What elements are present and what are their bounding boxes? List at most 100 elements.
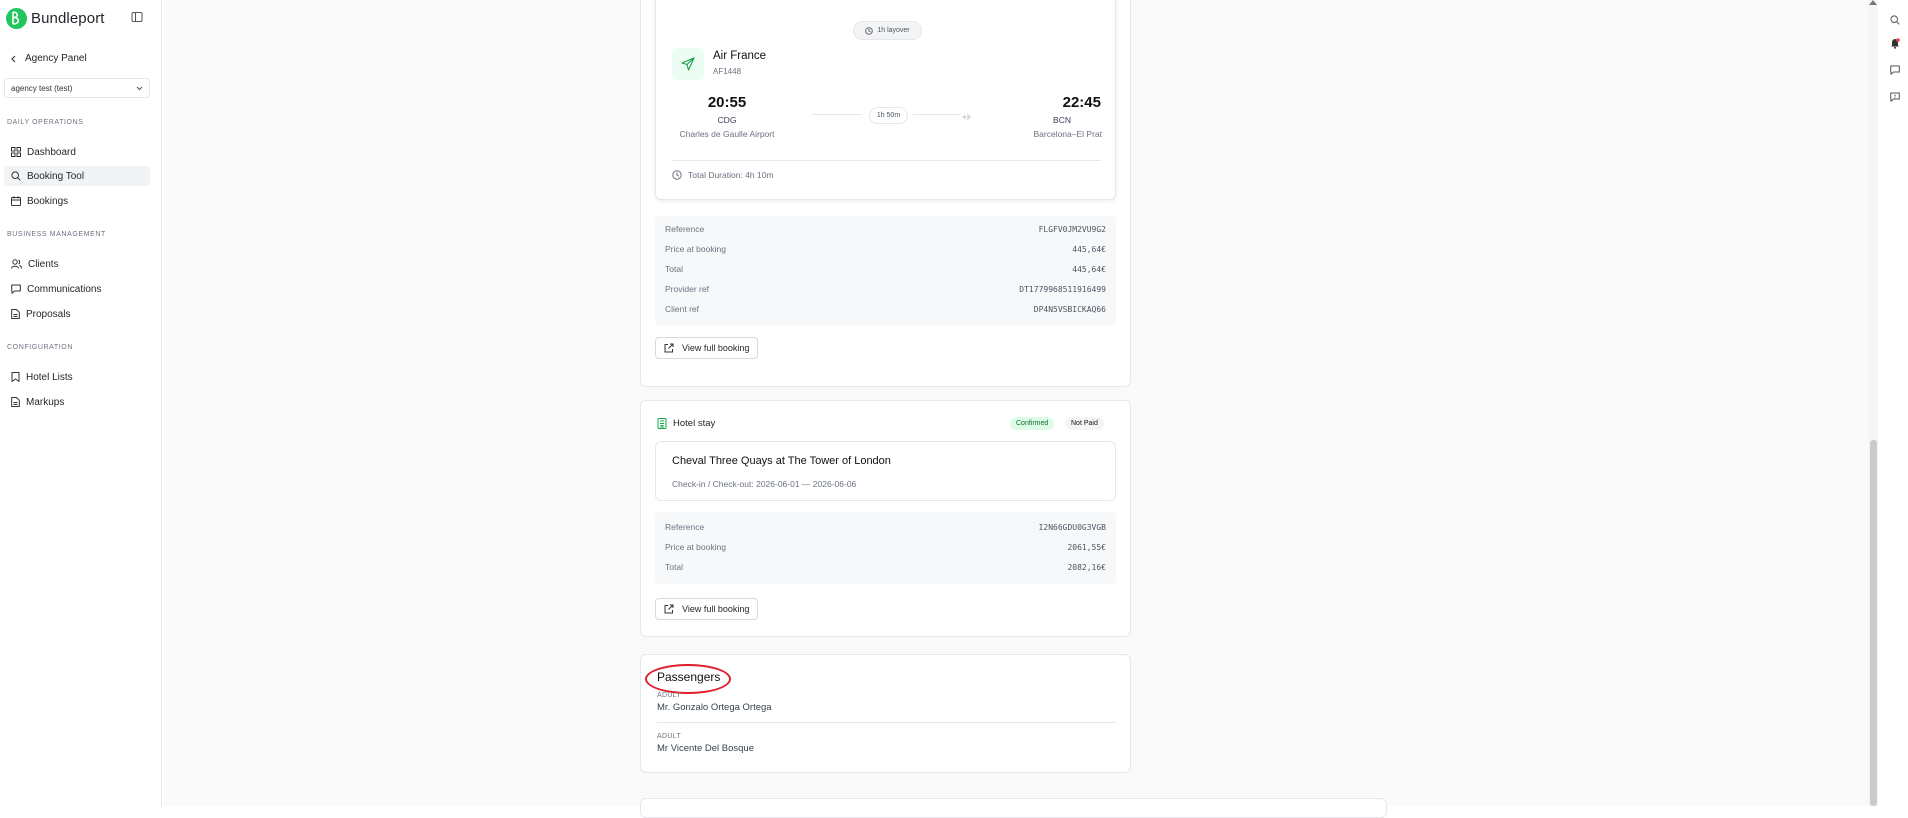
sidebar-item-bookings[interactable]: Bookings: [4, 191, 150, 211]
passengers-title: Passengers: [657, 670, 721, 684]
detail-label: Price at booking: [665, 244, 726, 254]
divider: [657, 722, 1116, 723]
sidebar-item-label: Proposals: [26, 308, 71, 320]
flight-booking-card: 1h layover Air France AF1448 20:55 CDG C…: [640, 0, 1131, 387]
calendar-icon: [11, 196, 21, 206]
departure-code: CDG: [717, 115, 737, 125]
arrival-time: 22:45: [1062, 94, 1101, 111]
passenger-name: Mr. Gonzalo Ortega Ortega: [657, 702, 772, 713]
flight-number: AF1448: [713, 67, 742, 76]
hotel-price-at-booking: 2061,55€: [1067, 543, 1106, 552]
sidebar-item-label: Bookings: [27, 195, 69, 207]
sidebar-item-label: Communications: [27, 283, 102, 295]
hotel-icon: [657, 418, 667, 429]
sidebar-item-communications[interactable]: Communications: [4, 279, 150, 299]
hotel-booking-card: Hotel stay Confirmed Not Paid Cheval Thr…: [640, 400, 1131, 637]
section-configuration: CONFIGURATION: [7, 344, 74, 351]
hotel-dates: Check-in / Check-out: 2026-06-01 — 2026-…: [672, 479, 857, 489]
sidebar-item-clients[interactable]: Clients: [4, 254, 150, 274]
feedback-icon[interactable]: [1890, 89, 1900, 107]
plane-icon: [672, 48, 704, 80]
layover-badge: 1h layover: [853, 21, 922, 40]
hotel-section-header: Hotel stay: [657, 418, 715, 429]
detail-label: Provider ref: [665, 284, 709, 294]
sidebar-item-hotel-lists[interactable]: Hotel Lists: [4, 367, 150, 387]
departure-airport: Charles de Gaulle Airport: [679, 129, 775, 139]
brand-name: Bundleport: [31, 9, 105, 27]
passenger-name: Mr Vicente Del Bosque: [657, 743, 754, 754]
main-content: 1h layover Air France AF1448 20:55 CDG C…: [163, 0, 1868, 818]
hotel-details: Reference I2N66GDU0G3VGB Price at bookin…: [655, 512, 1116, 584]
total-duration-row: Total Duration: 4h 10m: [672, 170, 774, 180]
chevron-left-icon: [11, 55, 16, 62]
back-to-agency-panel[interactable]: Agency Panel: [10, 53, 87, 64]
detail-label: Total: [665, 264, 683, 274]
layover-text: 1h layover: [877, 27, 910, 34]
status-badge-confirmed: Confirmed: [1010, 417, 1055, 430]
flight-duration-badge: 1h 50m: [869, 107, 908, 124]
sidebar-toggle-icon[interactable]: [131, 10, 143, 22]
view-full-booking-button[interactable]: View full booking: [655, 598, 759, 620]
flight-price-at-booking: 445,64€: [1072, 245, 1106, 254]
scrollbar-thumb[interactable]: [1870, 440, 1877, 806]
flight-details: Reference FLGFV0JM2VU9G2 Price at bookin…: [655, 216, 1116, 326]
sidebar-item-markups[interactable]: Markups: [4, 392, 150, 412]
right-rail: [1878, 0, 1908, 806]
hotel-section-title: Hotel stay: [673, 418, 716, 429]
agency-select-value: agency test (test): [11, 83, 73, 93]
button-label: View full booking: [682, 343, 750, 353]
plane-arrival-icon: [961, 109, 971, 127]
flight-total: 445,64€: [1072, 265, 1106, 274]
detail-label: Price at booking: [665, 542, 726, 552]
bookmark-icon: [11, 372, 20, 382]
search-icon[interactable]: [1890, 12, 1900, 30]
external-link-icon: [664, 604, 674, 614]
airline-name: Air France: [713, 50, 767, 62]
flight-duration: 1h 50m: [876, 112, 901, 119]
hotel-name: Cheval Three Quays at The Tower of Londo…: [672, 455, 891, 467]
agency-select[interactable]: agency test (test): [4, 78, 150, 98]
search-icon: [11, 171, 21, 181]
sidebar-item-label: Markups: [26, 396, 65, 408]
next-card: [640, 798, 1387, 818]
scroll-up-arrow-icon[interactable]: [1869, 0, 1877, 5]
total-duration: Total Duration: 4h 10m: [688, 170, 774, 180]
detail-label: Total: [665, 562, 683, 572]
sidebar-item-label: Booking Tool: [27, 170, 85, 182]
flight-reference: FLGFV0JM2VU9G2: [1038, 225, 1106, 234]
clock-icon: [865, 26, 874, 35]
sidebar-item-proposals[interactable]: Proposals: [4, 304, 150, 324]
view-full-booking-button[interactable]: View full booking: [655, 337, 759, 359]
chevron-down-icon: [136, 86, 143, 90]
departure-time: 20:55: [707, 94, 747, 111]
sidebar-item-dashboard[interactable]: Dashboard: [4, 142, 150, 162]
passengers-card: Passengers ADULT Mr. Gonzalo Ortega Orte…: [640, 654, 1131, 773]
route-line-right: [913, 114, 961, 115]
hotel-total: 2082,16€: [1067, 563, 1106, 572]
sidebar-item-label: Clients: [28, 258, 59, 270]
sidebar: Bundleport Agency Panel agency test (tes…: [0, 0, 162, 806]
section-daily-operations: DAILY OPERATIONS: [7, 119, 84, 126]
file-icon: [11, 309, 20, 319]
detail-label: Reference: [665, 522, 705, 532]
sidebar-item-booking-tool[interactable]: Booking Tool: [4, 166, 150, 186]
sidebar-item-label: Hotel Lists: [26, 371, 73, 383]
passenger-type: ADULT: [657, 692, 681, 699]
route-line-left: [812, 114, 862, 115]
hotel-summary-card: Cheval Three Quays at The Tower of Londo…: [655, 441, 1116, 501]
users-icon: [11, 259, 22, 269]
passenger-type: ADULT: [657, 733, 681, 740]
flight-segment-card: 1h layover Air France AF1448 20:55 CDG C…: [655, 0, 1116, 200]
back-label: Agency Panel: [25, 53, 87, 64]
external-link-icon: [664, 343, 674, 353]
sidebar-item-label: Dashboard: [27, 146, 76, 158]
file-icon: [11, 397, 20, 407]
flight-client-ref: DP4N5VSBICKAQ66: [1033, 305, 1106, 314]
clock-icon: [672, 170, 682, 180]
hotel-reference: I2N66GDU0G3VGB: [1038, 523, 1106, 532]
button-label: View full booking: [682, 604, 750, 614]
chat-icon[interactable]: [1890, 62, 1900, 80]
brand-logo[interactable]: Bundleport: [6, 6, 105, 30]
arrival-airport: Barcelona–El Prat: [1033, 129, 1102, 139]
bell-icon[interactable]: [1890, 36, 1900, 54]
